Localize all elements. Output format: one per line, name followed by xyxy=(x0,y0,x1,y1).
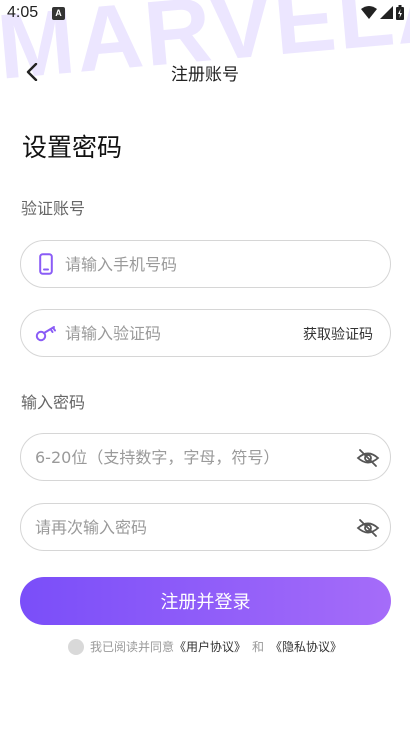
status-bar: 4:05 A xyxy=(0,0,410,28)
agreement-prefix: 我已阅读并同意 xyxy=(89,640,174,654)
get-code-button[interactable]: 获取验证码 xyxy=(303,324,373,344)
privacy-agreement-link[interactable]: 《隐私协议》 xyxy=(270,638,342,655)
agreement-conjunction: 和 xyxy=(252,640,265,654)
eye-off-icon[interactable] xyxy=(356,446,380,470)
status-icons xyxy=(361,5,404,20)
account-section-label: 验证账号 xyxy=(21,199,86,218)
agreement-checkbox[interactable] xyxy=(67,638,84,655)
phone-input[interactable] xyxy=(65,241,295,287)
wifi-icon xyxy=(361,6,377,19)
eye-off-icon[interactable] xyxy=(356,516,380,540)
notification-icon: A xyxy=(52,7,65,20)
password-section-label: 输入密码 xyxy=(21,393,86,412)
status-time: 4:05 xyxy=(7,4,39,21)
password-input[interactable] xyxy=(35,434,335,480)
battery-icon xyxy=(396,5,404,20)
agreement-row: 我已阅读并同意 《用户协议》 和 《隐私协议》 xyxy=(0,638,410,655)
confirm-password-input[interactable] xyxy=(35,504,335,550)
register-login-button[interactable]: 注册并登录 xyxy=(20,577,391,625)
phone-field xyxy=(20,240,391,288)
key-icon xyxy=(35,322,57,344)
password-field xyxy=(20,433,391,481)
confirm-password-field xyxy=(20,503,391,551)
signal-icon xyxy=(380,6,393,19)
code-field: 获取验证码 xyxy=(20,309,391,357)
user-agreement-link[interactable]: 《用户协议》 xyxy=(174,638,246,655)
phone-icon xyxy=(35,253,57,275)
page-title: 设置密码 xyxy=(22,133,123,162)
nav-title: 注册账号 xyxy=(171,65,239,85)
code-input[interactable] xyxy=(65,310,295,356)
